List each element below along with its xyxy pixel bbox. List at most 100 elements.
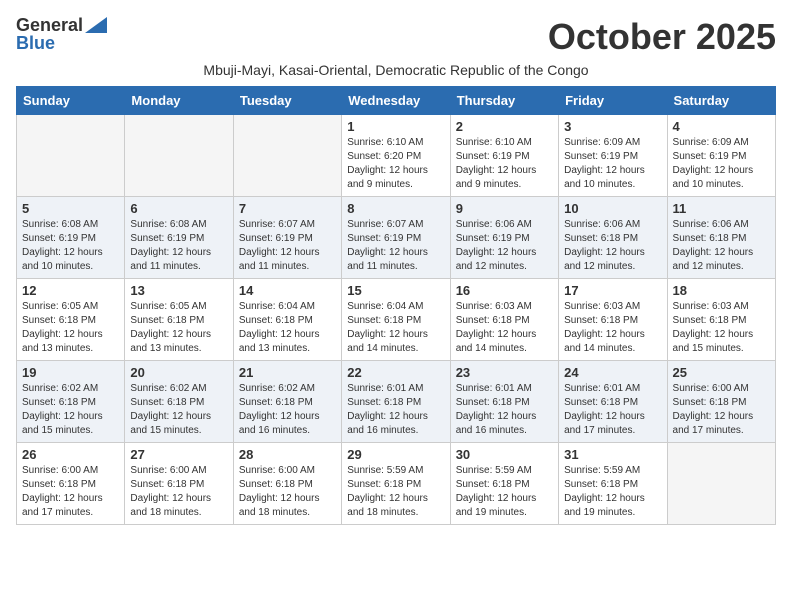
calendar-cell: 7 Sunrise: 6:07 AM Sunset: 6:19 PM Daylig… [233,197,341,279]
day-info: Sunrise: 6:08 AM Sunset: 6:19 PM Dayligh… [22,218,119,274]
day-info: Sunrise: 6:08 AM Sunset: 6:19 PM Dayligh… [130,218,227,274]
calendar-week-4: 19 Sunrise: 6:02 AM Sunset: 6:18 PM Dayli… [17,361,776,443]
header-tuesday: Tuesday [233,87,341,115]
calendar-cell: 31Sunrise: 5:59 AM Sunset: 6:18 PM Dayli… [559,443,667,525]
day-info: Sunrise: 6:07 AM Sunset: 6:19 PM Dayligh… [239,218,336,274]
calendar-cell: 19 Sunrise: 6:02 AM Sunset: 6:18 PM Dayli… [17,361,125,443]
day-info: Sunrise: 6:09 AM Sunset: 6:19 PM Dayligh… [673,136,770,192]
calendar-cell [17,115,125,197]
calendar-cell: 23Sunrise: 6:01 AM Sunset: 6:18 PM Dayli… [450,361,558,443]
day-number: 16 [456,283,553,298]
calendar-cell: 18 Sunrise: 6:03 AM Sunset: 6:18 PM Dayli… [667,279,775,361]
day-info: Sunrise: 6:03 AM Sunset: 6:18 PM Dayligh… [564,300,661,356]
day-number: 13 [130,283,227,298]
calendar-cell: 1 Sunrise: 6:10 AM Sunset: 6:20 PM Daylig… [342,115,450,197]
logo-icon [85,17,107,33]
day-number: 8 [347,201,444,216]
calendar-cell: 5 Sunrise: 6:08 AM Sunset: 6:19 PM Daylig… [17,197,125,279]
calendar-cell: 4 Sunrise: 6:09 AM Sunset: 6:19 PM Daylig… [667,115,775,197]
calendar-cell: 8 Sunrise: 6:07 AM Sunset: 6:19 PM Daylig… [342,197,450,279]
header-thursday: Thursday [450,87,558,115]
day-number: 3 [564,119,661,134]
day-number: 25 [673,365,770,380]
day-info: Sunrise: 6:04 AM Sunset: 6:18 PM Dayligh… [239,300,336,356]
day-number: 19 [22,365,119,380]
calendar-cell [667,443,775,525]
day-info: Sunrise: 6:03 AM Sunset: 6:18 PM Dayligh… [673,300,770,356]
day-info: Sunrise: 6:06 AM Sunset: 6:19 PM Dayligh… [456,218,553,274]
header-friday: Friday [559,87,667,115]
calendar-cell: 25 Sunrise: 6:00 AM Sunset: 6:18 PM Dayli… [667,361,775,443]
day-info: Sunrise: 5:59 AM Sunset: 6:18 PM Dayligh… [456,464,553,520]
calendar-cell: 16Sunrise: 6:03 AM Sunset: 6:18 PM Dayli… [450,279,558,361]
day-number: 12 [22,283,119,298]
calendar-cell: 22 Sunrise: 6:01 AM Sunset: 6:18 PM Dayli… [342,361,450,443]
day-info: Sunrise: 6:01 AM Sunset: 6:18 PM Dayligh… [347,382,444,438]
day-number: 28 [239,447,336,462]
day-info: Sunrise: 6:05 AM Sunset: 6:18 PM Dayligh… [130,300,227,356]
calendar-week-5: 26 Sunrise: 6:00 AM Sunset: 6:18 PM Dayli… [17,443,776,525]
day-info: Sunrise: 6:05 AM Sunset: 6:18 PM Dayligh… [22,300,119,356]
day-number: 17 [564,283,661,298]
day-number: 18 [673,283,770,298]
logo: General Blue [16,16,107,52]
day-info: Sunrise: 6:06 AM Sunset: 6:18 PM Dayligh… [673,218,770,274]
day-info: Sunrise: 5:59 AM Sunset: 6:18 PM Dayligh… [347,464,444,520]
header-saturday: Saturday [667,87,775,115]
calendar-cell: 17 Sunrise: 6:03 AM Sunset: 6:18 PM Dayli… [559,279,667,361]
day-number: 24 [564,365,661,380]
header-monday: Monday [125,87,233,115]
logo-blue-text: Blue [16,34,55,52]
page-subtitle: Mbuji-Mayi, Kasai-Oriental, Democratic R… [16,62,776,78]
day-number: 21 [239,365,336,380]
day-info: Sunrise: 6:02 AM Sunset: 6:18 PM Dayligh… [239,382,336,438]
day-number: 31 [564,447,661,462]
day-info: Sunrise: 6:10 AM Sunset: 6:19 PM Dayligh… [456,136,553,192]
day-number: 30 [456,447,553,462]
calendar-cell: 30 Sunrise: 5:59 AM Sunset: 6:18 PM Dayli… [450,443,558,525]
calendar-header-row: SundayMondayTuesdayWednesdayThursdayFrid… [17,87,776,115]
calendar-cell: 24 Sunrise: 6:01 AM Sunset: 6:18 PM Dayli… [559,361,667,443]
calendar-table: SundayMondayTuesdayWednesdayThursdayFrid… [16,86,776,525]
calendar-cell: 12 Sunrise: 6:05 AM Sunset: 6:18 PM Dayli… [17,279,125,361]
page-header: General Blue October 2025 [16,16,776,58]
calendar-week-3: 12 Sunrise: 6:05 AM Sunset: 6:18 PM Dayli… [17,279,776,361]
day-number: 29 [347,447,444,462]
day-number: 2 [456,119,553,134]
day-info: Sunrise: 6:00 AM Sunset: 6:18 PM Dayligh… [239,464,336,520]
calendar-week-1: 1 Sunrise: 6:10 AM Sunset: 6:20 PM Daylig… [17,115,776,197]
day-info: Sunrise: 6:01 AM Sunset: 6:18 PM Dayligh… [564,382,661,438]
day-number: 1 [347,119,444,134]
day-number: 5 [22,201,119,216]
calendar-cell: 13 Sunrise: 6:05 AM Sunset: 6:18 PM Dayli… [125,279,233,361]
day-number: 10 [564,201,661,216]
day-number: 14 [239,283,336,298]
calendar-cell: 15 Sunrise: 6:04 AM Sunset: 6:18 PM Dayli… [342,279,450,361]
day-number: 4 [673,119,770,134]
calendar-week-2: 5 Sunrise: 6:08 AM Sunset: 6:19 PM Daylig… [17,197,776,279]
day-info: Sunrise: 6:07 AM Sunset: 6:19 PM Dayligh… [347,218,444,274]
day-number: 9 [456,201,553,216]
day-info: Sunrise: 6:10 AM Sunset: 6:20 PM Dayligh… [347,136,444,192]
day-number: 26 [22,447,119,462]
header-sunday: Sunday [17,87,125,115]
calendar-cell: 3Sunrise: 6:09 AM Sunset: 6:19 PM Daylig… [559,115,667,197]
day-number: 7 [239,201,336,216]
day-number: 11 [673,201,770,216]
calendar-cell: 28 Sunrise: 6:00 AM Sunset: 6:18 PM Dayli… [233,443,341,525]
calendar-cell: 29 Sunrise: 5:59 AM Sunset: 6:18 PM Dayli… [342,443,450,525]
calendar-cell: 14 Sunrise: 6:04 AM Sunset: 6:18 PM Dayli… [233,279,341,361]
calendar-cell: 11 Sunrise: 6:06 AM Sunset: 6:18 PM Dayli… [667,197,775,279]
calendar-body: 1 Sunrise: 6:10 AM Sunset: 6:20 PM Daylig… [17,115,776,525]
header-wednesday: Wednesday [342,87,450,115]
day-number: 22 [347,365,444,380]
calendar-cell: 20 Sunrise: 6:02 AM Sunset: 6:18 PM Dayli… [125,361,233,443]
day-info: Sunrise: 6:02 AM Sunset: 6:18 PM Dayligh… [130,382,227,438]
day-number: 23 [456,365,553,380]
day-info: Sunrise: 6:04 AM Sunset: 6:18 PM Dayligh… [347,300,444,356]
day-info: Sunrise: 6:02 AM Sunset: 6:18 PM Dayligh… [22,382,119,438]
day-info: Sunrise: 6:00 AM Sunset: 6:18 PM Dayligh… [673,382,770,438]
day-number: 20 [130,365,227,380]
day-number: 15 [347,283,444,298]
day-info: Sunrise: 6:00 AM Sunset: 6:18 PM Dayligh… [22,464,119,520]
